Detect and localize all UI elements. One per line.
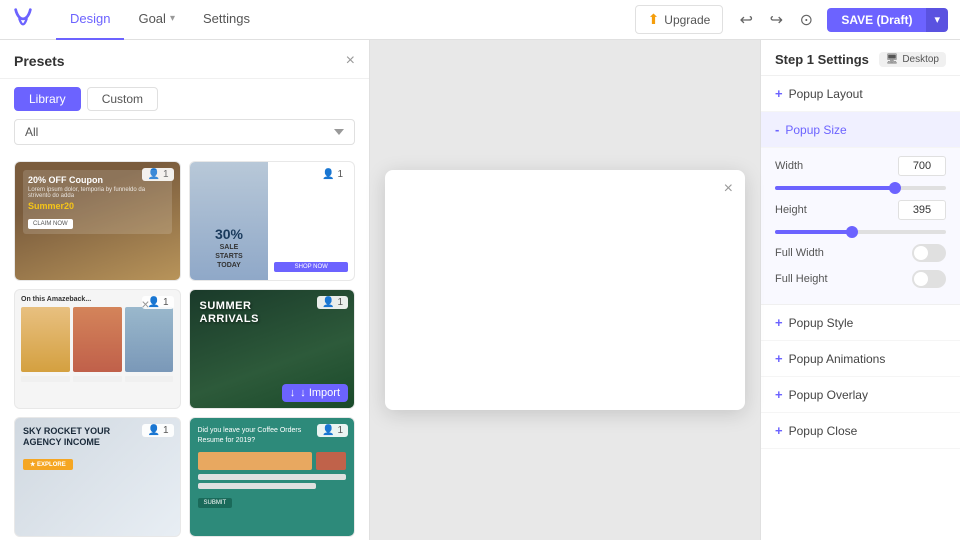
chevron-down-icon: ▾ <box>170 13 175 24</box>
full-width-label: Full Width <box>775 247 912 259</box>
import-icon: ↓ <box>290 387 296 399</box>
presets-tabs: Library Custom <box>0 79 369 119</box>
presets-panel: Presets × Library Custom All Popup Banne… <box>0 40 370 540</box>
popup-preview: × <box>385 170 745 410</box>
height-slider-row <box>775 230 946 234</box>
preset-card-summer[interactable]: SUMMERARRIVALS 👤 1 ↓ ↓ Import <box>189 289 356 409</box>
full-height-toggle[interactable] <box>912 270 946 288</box>
nav-tab-settings[interactable]: Settings <box>189 0 264 40</box>
step-title: Step 1 Settings <box>775 52 869 67</box>
preset-card-form[interactable]: Did you leave your Coffee OrdersResume f… <box>189 417 356 537</box>
height-label: Height <box>775 204 898 216</box>
expand-icon-close: + <box>775 423 783 438</box>
save-button-group: SAVE (Draft) ▾ <box>827 8 948 32</box>
width-slider-thumb[interactable] <box>889 182 901 194</box>
person-icon-5: 👤 <box>147 425 159 436</box>
preset-badge-4: 👤 1 <box>317 296 348 309</box>
full-width-toggle[interactable] <box>912 244 946 262</box>
desktop-badge[interactable]: 🖥 Desktop <box>879 52 946 67</box>
presets-filter: All Popup Banner Fullscreen <box>0 119 369 153</box>
step-header: Step 1 Settings 🖥 Desktop <box>761 40 960 76</box>
monitor-icon: 🖥 <box>886 54 899 65</box>
height-input[interactable] <box>898 200 946 220</box>
section-popup-layout[interactable]: + Popup Layout <box>761 76 960 112</box>
preset-card-people[interactable]: On this Amazeback... 👤 1 <box>14 289 181 409</box>
filter-select[interactable]: All Popup Banner Fullscreen <box>14 119 355 145</box>
popup-preview-close[interactable]: × <box>724 180 733 198</box>
preset-card-coupon[interactable]: 20% OFF Coupon Lorem ipsum dolor, tempor… <box>14 161 181 281</box>
main-layout: Presets × Library Custom All Popup Banne… <box>0 40 960 540</box>
preset-badge-6: 👤 1 <box>317 424 348 437</box>
person-icon-2: 👤 <box>322 169 334 180</box>
save-main-button[interactable]: SAVE (Draft) <box>827 8 926 32</box>
full-height-label: Full Height <box>775 273 912 285</box>
preview-button[interactable]: ⊙ <box>791 5 821 35</box>
app-logo[interactable] <box>12 6 40 34</box>
save-dropdown-button[interactable]: ▾ <box>926 8 948 32</box>
person-icon-4: 👤 <box>322 297 334 308</box>
full-width-row: Full Width <box>775 244 946 262</box>
width-slider-fill <box>775 186 895 190</box>
height-slider-track[interactable] <box>775 230 946 234</box>
card3-close[interactable]: × <box>141 296 149 312</box>
width-label: Width <box>775 160 898 172</box>
popup-size-expanded: Width Height Ful <box>761 148 960 305</box>
section-popup-overlay[interactable]: + Popup Overlay <box>761 377 960 413</box>
person-icon-6: 👤 <box>322 425 334 436</box>
upgrade-arrow-icon: ⬆ <box>648 11 660 28</box>
redo-button[interactable]: ↪ <box>761 5 791 35</box>
nav-tabs: Design Goal ▾ Settings <box>56 0 264 40</box>
preset-tab-custom[interactable]: Custom <box>87 87 158 111</box>
presets-grid: 20% OFF Coupon Lorem ipsum dolor, tempor… <box>0 153 369 540</box>
import-badge[interactable]: ↓ ↓ Import <box>282 384 348 402</box>
presets-title: Presets <box>14 53 65 69</box>
nav-tab-design[interactable]: Design <box>56 0 124 40</box>
top-navigation: Design Goal ▾ Settings ⬆ Upgrade ↩ ↪ ⊙ S… <box>0 0 960 40</box>
width-input[interactable] <box>898 156 946 176</box>
right-panel: Step 1 Settings 🖥 Desktop + Popup Layout… <box>760 40 960 540</box>
preset-tab-library[interactable]: Library <box>14 87 81 111</box>
height-field-row: Height <box>775 200 946 220</box>
preset-card-agency[interactable]: SKY ROCKET YOURAGENCY INCOME ★ EXPLORE 👤… <box>14 417 181 537</box>
nav-tab-goal[interactable]: Goal ▾ <box>124 0 189 40</box>
preset-badge-5: 👤 1 <box>142 424 173 437</box>
expand-icon-style: + <box>775 315 783 330</box>
canvas-area: × <box>370 40 760 540</box>
section-popup-close[interactable]: + Popup Close <box>761 413 960 449</box>
full-height-row: Full Height <box>775 270 946 288</box>
expand-icon-layout: + <box>775 86 783 101</box>
full-height-knob <box>914 272 928 286</box>
presets-close-button[interactable]: × <box>346 52 355 70</box>
section-popup-animations[interactable]: + Popup Animations <box>761 341 960 377</box>
section-popup-style[interactable]: + Popup Style <box>761 305 960 341</box>
undo-button[interactable]: ↩ <box>731 5 761 35</box>
height-slider-thumb[interactable] <box>846 226 858 238</box>
expand-icon-animations: + <box>775 351 783 366</box>
section-popup-size[interactable]: - Popup Size <box>761 112 960 148</box>
upgrade-button[interactable]: ⬆ Upgrade <box>635 5 724 34</box>
full-width-knob <box>914 246 928 260</box>
height-slider-fill <box>775 230 852 234</box>
width-field-row: Width <box>775 156 946 176</box>
collapse-icon-size: - <box>775 122 779 137</box>
expand-icon-overlay: + <box>775 387 783 402</box>
preset-badge-2: 👤 1 <box>317 168 348 181</box>
preset-card-sale[interactable]: 30% SALE STARTS TODAY SHOP NOW 👤 1 <box>189 161 356 281</box>
width-slider-track[interactable] <box>775 186 946 190</box>
presets-header: Presets × <box>0 40 369 79</box>
width-slider-row <box>775 186 946 190</box>
